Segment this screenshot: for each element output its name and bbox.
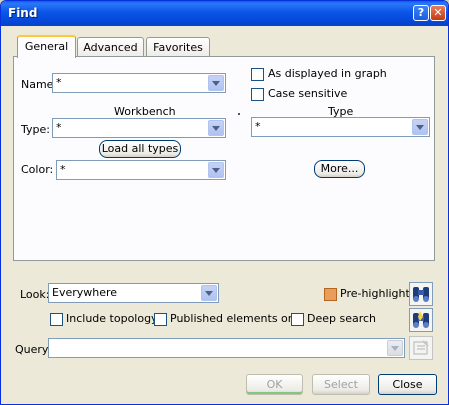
case-sensitive-checkbox[interactable] [251, 88, 264, 101]
more-button[interactable]: More... [314, 160, 365, 178]
published-only-label: Published elements only [170, 312, 305, 325]
name-combo[interactable]: * [52, 73, 226, 93]
select-button[interactable]: Select [312, 374, 370, 395]
look-combo[interactable]: Everywhere [48, 283, 219, 303]
title-bar[interactable]: Find ? ✕ [1, 1, 448, 26]
include-topology-checkbox[interactable] [50, 313, 63, 326]
query-combo[interactable] [48, 338, 405, 358]
query-label: Query: [15, 343, 52, 356]
chevron-down-icon[interactable] [208, 75, 224, 91]
workbench-value: * [56, 121, 62, 134]
deep-search-checkbox[interactable] [291, 313, 304, 326]
color-value: * [60, 163, 66, 176]
type-combo[interactable]: * [251, 117, 430, 137]
workbench-header: Workbench [114, 105, 176, 118]
case-sensitive-label: Case sensitive [268, 87, 348, 100]
name-value: * [56, 76, 62, 89]
tab-advanced[interactable]: Advanced [77, 37, 144, 58]
look-label: Look: [20, 288, 50, 301]
as-displayed-label: As displayed in graph [268, 67, 387, 80]
type-value: * [255, 120, 261, 133]
query-edit-icon[interactable] [409, 336, 433, 360]
as-displayed-checkbox[interactable] [251, 68, 264, 81]
chevron-down-icon[interactable] [208, 162, 224, 178]
workbench-combo[interactable]: * [52, 118, 226, 138]
separator-dot [238, 113, 240, 115]
general-tab-panel: Name: * As displayed in graph Case sensi… [13, 56, 435, 261]
chevron-down-icon[interactable] [201, 285, 217, 301]
load-all-types-button[interactable]: Load all types [99, 140, 181, 158]
include-topology-label: Include topology [66, 312, 158, 325]
chevron-down-icon[interactable] [412, 119, 428, 135]
published-only-checkbox[interactable] [154, 313, 167, 326]
close-button[interactable]: Close [378, 374, 437, 395]
pre-highlight-label: Pre-highlight [340, 287, 410, 300]
search-select-binoculars-icon[interactable] [409, 308, 433, 332]
find-dialog: Find ? ✕ General Advanced Favorites Name… [0, 0, 449, 405]
deep-search-label: Deep search [307, 312, 377, 325]
pre-highlight-checkbox[interactable] [324, 288, 337, 301]
tab-general[interactable]: General [17, 35, 76, 58]
look-value: Everywhere [52, 286, 118, 299]
color-label: Color: [21, 163, 54, 176]
ok-button[interactable]: OK [246, 374, 303, 395]
type-label: Type: [21, 123, 50, 136]
chevron-down-icon[interactable] [208, 120, 224, 136]
help-icon[interactable]: ? [413, 5, 429, 21]
search-binoculars-icon[interactable] [409, 282, 433, 306]
chevron-down-icon[interactable] [387, 340, 403, 356]
close-icon[interactable]: ✕ [430, 5, 446, 21]
window-title: Find [8, 6, 38, 20]
color-combo[interactable]: * [56, 160, 226, 180]
tab-favorites[interactable]: Favorites [146, 37, 210, 58]
